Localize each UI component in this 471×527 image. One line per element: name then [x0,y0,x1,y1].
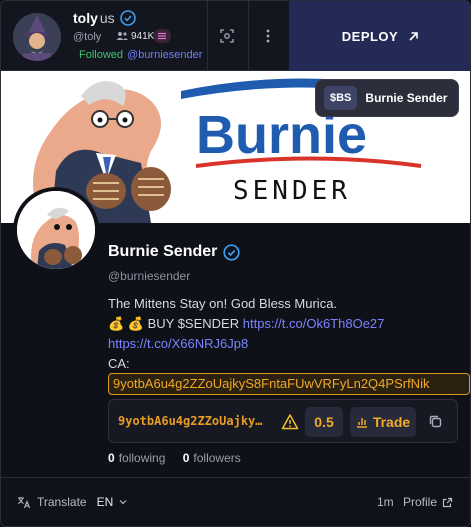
tweet-card: toly us @toly 941K Followed @burniesender [0,0,471,527]
author-name[interactable]: toly us [73,10,115,26]
deploy-button[interactable]: DEPLOY [289,1,470,71]
verified-badge-icon [223,244,240,261]
bio-line: The Mittens Stay on! God Bless Murica. [108,296,338,311]
ca-label: CA: [108,356,130,371]
token-name: Burnie Sender [365,91,448,105]
token-badge[interactable]: $BS Burnie Sender [315,79,459,117]
followed-label: Followed [79,49,124,61]
followers-stat[interactable]: 0 followers [183,451,241,465]
author-handle[interactable]: @toly [73,31,101,43]
following-stat[interactable]: 0 following [108,451,165,465]
language-select[interactable]: EN [97,495,114,509]
header-bar: toly us @toly 941K Followed @burniesender [1,1,470,71]
author-name-text: toly [73,10,98,26]
more-options-button[interactable] [257,25,279,47]
header-divider [248,1,249,71]
followers-count: 0 [182,451,190,465]
header-divider [207,1,208,71]
trade-label: Trade [372,414,411,430]
bio-text: 💰 💰 BUY $SENDER [108,316,240,331]
bio-line: 💰 💰 BUY $SENDER https://t.co/Ok6Th8Oe27 [108,314,468,334]
followed-handle[interactable]: @burniesender [127,49,202,61]
trade-panel: 9yotbA6u4g2ZZoUajky… 0.5 Trade [108,399,458,443]
copy-icon[interactable] [427,413,445,431]
bar-chart-icon [356,418,367,428]
profile-bio: The Mittens Stay on! God Bless Murica. 💰… [108,294,468,374]
follower-count-value: 941K [131,30,155,42]
deploy-label: DEPLOY [341,28,399,44]
author-name-suffix: us [99,10,115,26]
profile-link-label: Profile [403,495,438,509]
profile-avatar-image [17,191,95,269]
following-count: 0 [108,451,115,465]
card-footer: Translate EN 1m Profile [1,477,470,526]
more-vertical-icon [266,29,270,43]
bio-link[interactable]: https://t.co/Ok6Th8Oe27 [243,316,385,331]
profile-link[interactable]: Profile [403,495,453,509]
banner-subtitle-text: SENDER [233,176,351,206]
users-icon [116,32,128,40]
translate-button[interactable]: Translate EN [17,495,127,509]
scan-icon [220,29,234,43]
follow-stats: 0 following 0 followers [108,451,241,465]
menu-pill-icon[interactable] [153,29,171,43]
bio-link[interactable]: https://t.co/X66NRJ6Jp8 [108,336,248,351]
profile-handle[interactable]: @burniesender [108,269,190,283]
external-link-icon [442,497,453,507]
contract-address[interactable]: 9yotbA6u4g2ZZoUajkyS8FntaFUwVRFyLn2Q4PSr… [108,373,470,395]
timestamp: 1m [377,495,394,509]
arrow-up-right-icon [409,31,419,41]
profile-name[interactable]: Burnie Sender [108,243,217,261]
buy-amount-button[interactable]: 0.5 [305,407,343,437]
chevron-down-icon [119,500,127,505]
profile-avatar[interactable] [13,187,99,273]
translate-label: Translate [37,495,87,509]
token-ticker: $BS [324,86,358,110]
scan-button[interactable] [216,25,238,47]
verified-badge-icon [120,10,136,26]
warning-icon[interactable] [281,413,299,431]
followed-indicator: Followed @burniesender [79,49,202,61]
token-address[interactable]: 9yotbA6u4g2ZZoUajky… [118,414,276,428]
translate-icon [17,496,31,508]
avatar[interactable] [13,13,61,61]
followers-label: followers [193,451,241,465]
trade-button[interactable]: Trade [350,407,416,437]
following-label: following [118,451,166,465]
